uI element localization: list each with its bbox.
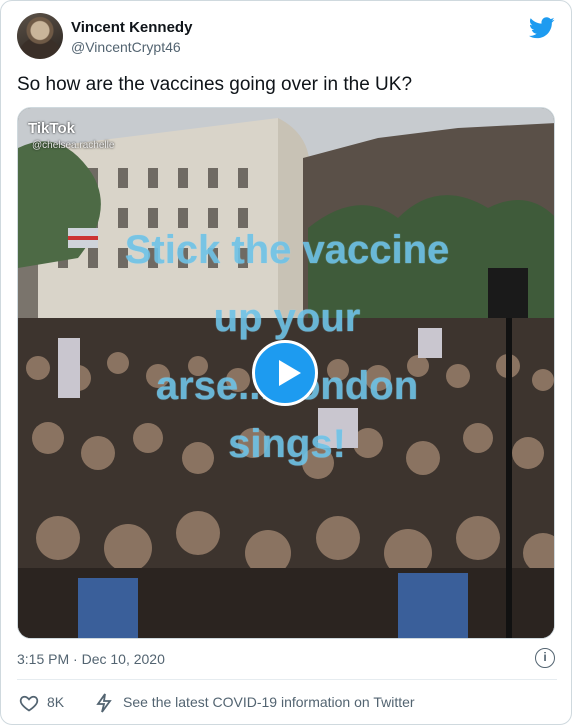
author-handle[interactable]: @VincentCrypt46 (71, 39, 181, 55)
tweet-header: Vincent Kennedy @VincentCrypt46 (17, 13, 557, 61)
info-icon[interactable]: i (535, 648, 555, 668)
author-name[interactable]: Vincent Kennedy (71, 19, 192, 36)
tiktok-handle: @chelsea.rachelle (32, 140, 115, 151)
video-caption-line: Stick the vaccine (124, 228, 450, 272)
video-caption-line: up your (213, 296, 361, 340)
covid-info-link[interactable]: See the latest COVID-19 information on T… (123, 694, 415, 710)
video-caption-line: sings! (228, 422, 346, 466)
twitter-bird-icon[interactable] (529, 17, 555, 39)
tweet-text: So how are the vaccines going over in th… (17, 74, 413, 95)
tweet-card[interactable]: Vincent Kennedy @VincentCrypt46 So how a… (0, 0, 572, 725)
play-icon[interactable] (252, 340, 318, 406)
bolt-icon (96, 693, 112, 713)
tweet-actions: 8K See the latest COVID-19 information o… (17, 691, 557, 715)
tweet-timestamp[interactable]: 3:15 PM · Dec 10, 2020 (17, 651, 165, 667)
heart-icon[interactable] (19, 693, 39, 713)
like-count[interactable]: 8K (47, 694, 64, 710)
divider (17, 679, 557, 680)
avatar[interactable] (17, 13, 63, 59)
tiktok-watermark: TikTok (28, 120, 75, 137)
video-player[interactable]: TikTok @chelsea.rachelle Stick the vacci… (17, 107, 555, 639)
